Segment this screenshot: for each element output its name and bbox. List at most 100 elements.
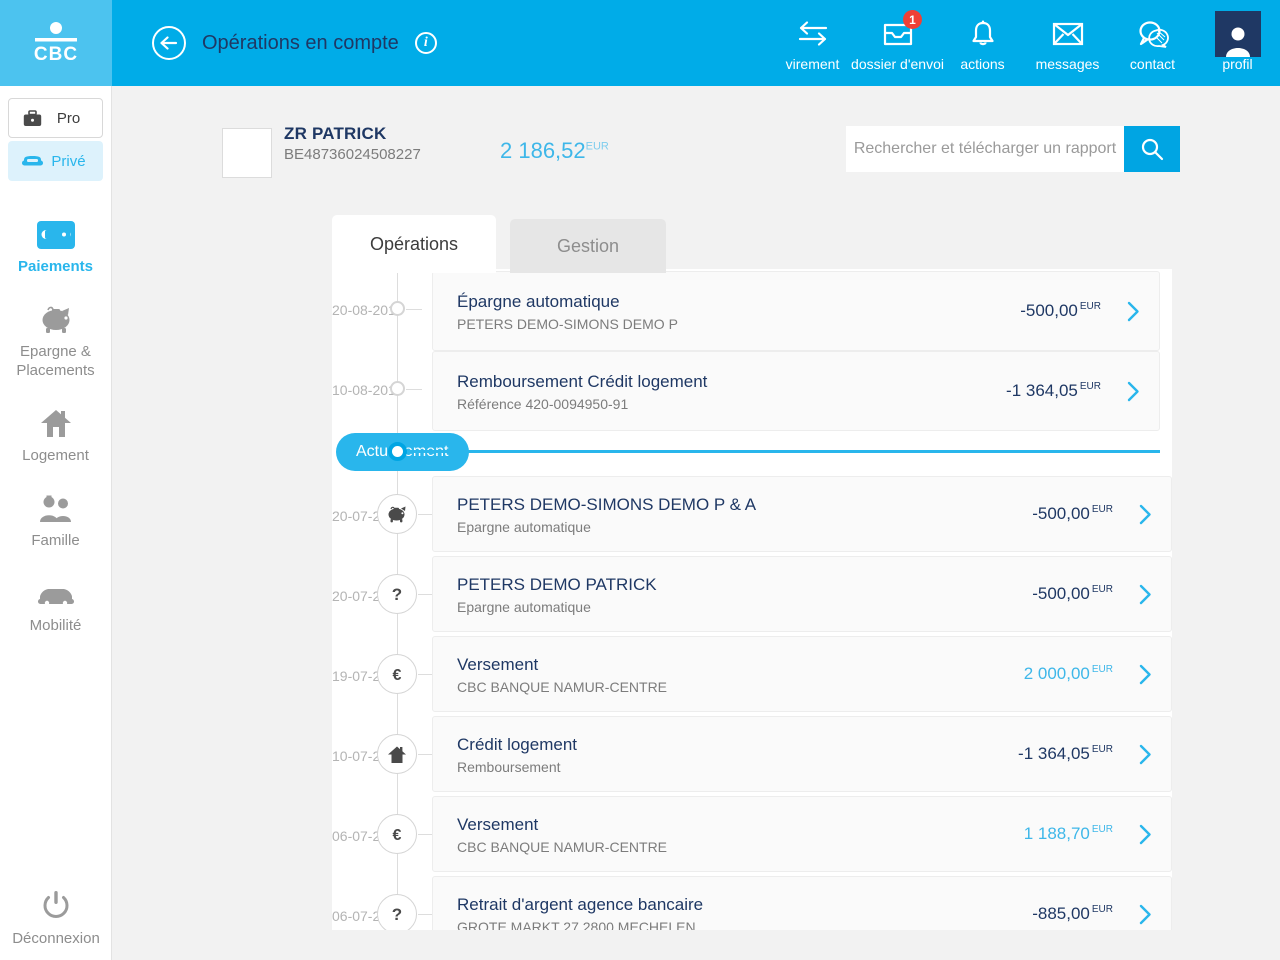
transaction-amount: -1 364,05EUR xyxy=(1018,744,1119,764)
transactions-panel[interactable]: 20-08-2016 Épargne automatique PETERS DE… xyxy=(332,269,1172,930)
chat-bubbles-icon xyxy=(1137,14,1169,54)
transaction-detail-button[interactable] xyxy=(1107,301,1159,322)
chevron-right-icon xyxy=(1139,824,1152,845)
profile-switch-pro-label: Pro xyxy=(45,110,92,127)
chevron-right-icon xyxy=(1139,584,1152,605)
transaction-detail-button[interactable] xyxy=(1119,744,1171,765)
transaction-card[interactable]: Versement CBC BANQUE NAMUR-CENTRE 2 000,… xyxy=(432,636,1172,712)
profile-switch-pro[interactable]: Pro xyxy=(8,98,103,138)
header-item-messages[interactable]: messages xyxy=(1025,0,1110,72)
transaction-amount-value: -500,00 xyxy=(1032,584,1090,603)
transaction-texts: Retrait d'argent agence bancaire GROTE M… xyxy=(433,894,1032,931)
chevron-right-icon xyxy=(1127,381,1140,402)
transaction-date: 10-08-2016 xyxy=(332,382,442,398)
wallet-icon xyxy=(37,213,75,249)
header-item-dossier-envoi-label: dossier d'envoi xyxy=(851,56,944,72)
transaction-title: Versement xyxy=(457,654,1024,676)
transaction-card[interactable]: Versement CBC BANQUE NAMUR-CENTRE 1 188,… xyxy=(432,796,1172,872)
cbc-logo[interactable]: CBC xyxy=(0,0,112,86)
logout-label: Déconnexion xyxy=(12,929,100,948)
content-tabs: Opérations Gestion xyxy=(332,215,666,273)
transaction-card[interactable]: Retrait d'argent agence bancaire GROTE M… xyxy=(432,876,1172,930)
header-item-actions[interactable]: actions xyxy=(940,0,1025,72)
sidebar-nav: Paiements Epargne & Placements xyxy=(0,203,111,647)
header-left-group: Opérations en compte i xyxy=(152,0,437,86)
transaction-title: Versement xyxy=(457,814,1024,836)
transaction-texts: Épargne automatique PETERS DEMO-SIMONS D… xyxy=(433,291,1020,332)
tab-gestion[interactable]: Gestion xyxy=(510,219,666,273)
account-thumbnail xyxy=(222,128,272,178)
transaction-detail-button[interactable] xyxy=(1119,664,1171,685)
search-button[interactable] xyxy=(1124,126,1180,172)
now-dot-icon xyxy=(388,442,407,461)
header-item-virement[interactable]: virement xyxy=(770,0,855,72)
timeline-node-icon xyxy=(390,381,405,396)
car-icon xyxy=(37,572,75,608)
envelope-icon xyxy=(1052,14,1084,54)
chevron-right-icon xyxy=(1139,504,1152,525)
transaction-card[interactable]: Crédit logement Remboursement -1 364,05E… xyxy=(432,716,1172,792)
page-title: Opérations en compte xyxy=(202,32,399,55)
report-search xyxy=(846,126,1180,172)
transaction-card[interactable]: PETERS DEMO-SIMONS DEMO P & A Epargne au… xyxy=(432,476,1172,552)
sidebar-item-famille[interactable]: Famille xyxy=(0,477,111,562)
svg-text:€: € xyxy=(393,667,402,684)
info-icon[interactable]: i xyxy=(415,32,437,54)
sidebar-item-mobilite[interactable]: Mobilité xyxy=(0,562,111,647)
transaction-subtitle: GROTE MARKT 27.2800 MECHELEN xyxy=(457,919,1032,931)
transaction-card[interactable]: Épargne automatique PETERS DEMO-SIMONS D… xyxy=(432,271,1160,351)
transaction-card[interactable]: PETERS DEMO PATRICK Epargne automatique … xyxy=(432,556,1172,632)
transaction-detail-button[interactable] xyxy=(1119,504,1171,525)
transaction-amount-currency: EUR xyxy=(1080,381,1101,392)
header-item-dossier-envoi[interactable]: 1 dossier d'envoi xyxy=(855,0,940,72)
transaction-amount-currency: EUR xyxy=(1092,504,1113,515)
transaction-subtitle: Référence 420-0094950-91 xyxy=(457,396,1006,412)
sidebar-item-logement[interactable]: Logement xyxy=(0,392,111,477)
transaction-texts: PETERS DEMO PATRICK Epargne automatique xyxy=(433,574,1032,615)
sidebar-item-epargne-placements[interactable]: Epargne & Placements xyxy=(0,288,111,392)
transaction-title: Remboursement Crédit logement xyxy=(457,371,1006,393)
chevron-right-icon xyxy=(1139,664,1152,685)
euro-icon: € xyxy=(377,654,417,694)
power-icon xyxy=(39,887,73,923)
timeline-node-icon xyxy=(390,301,405,316)
transaction-amount: -500,00EUR xyxy=(1020,301,1107,321)
transaction-title: PETERS DEMO PATRICK xyxy=(457,574,1032,596)
transaction-detail-button[interactable] xyxy=(1119,824,1171,845)
search-icon xyxy=(1140,137,1164,161)
transaction-detail-button[interactable] xyxy=(1119,584,1171,605)
header-item-contact-label: contact xyxy=(1130,56,1175,72)
transaction-subtitle: CBC BANQUE NAMUR-CENTRE xyxy=(457,679,1024,695)
user-avatar-icon xyxy=(1215,14,1261,54)
question-mark-icon: ? xyxy=(377,894,417,930)
account-name: ZR PATRICK xyxy=(284,124,421,144)
transaction-amount-value: 1 188,70 xyxy=(1024,824,1090,843)
header-item-contact[interactable]: contact xyxy=(1110,0,1195,72)
transaction-amount: -1 364,05EUR xyxy=(1006,381,1107,401)
sidebar-item-logement-label: Logement xyxy=(22,446,89,465)
search-input[interactable] xyxy=(846,126,1124,172)
header-item-profil[interactable]: profil xyxy=(1195,0,1280,72)
transaction-texts: Versement CBC BANQUE NAMUR-CENTRE xyxy=(433,654,1024,695)
transaction-detail-button[interactable] xyxy=(1119,904,1171,925)
transaction-amount: -885,00EUR xyxy=(1032,904,1119,924)
transaction-amount-currency: EUR xyxy=(1092,904,1113,915)
logout-button[interactable]: Déconnexion xyxy=(0,887,112,948)
transaction-amount-value: -1 364,05 xyxy=(1018,744,1090,763)
chevron-right-icon xyxy=(1139,904,1152,925)
transaction-detail-button[interactable] xyxy=(1107,381,1159,402)
transaction-texts: Remboursement Crédit logement Référence … xyxy=(433,371,1006,412)
profile-switch-prive-label: Privé xyxy=(45,153,92,170)
transaction-subtitle: PETERS DEMO-SIMONS DEMO P xyxy=(457,316,1020,332)
account-bar: ZR PATRICK BE48736024508227 2 186,52EUR xyxy=(112,86,1280,182)
profile-switch-prive[interactable]: Privé xyxy=(8,141,103,181)
transaction-title: PETERS DEMO-SIMONS DEMO P & A xyxy=(457,494,1032,516)
transaction-amount-value: -500,00 xyxy=(1032,504,1090,523)
sidebar-item-paiements[interactable]: Paiements xyxy=(0,203,111,288)
back-arrow-icon xyxy=(160,36,178,50)
header-item-messages-label: messages xyxy=(1036,56,1100,72)
transaction-card[interactable]: Remboursement Crédit logement Référence … xyxy=(432,351,1160,431)
tab-operations[interactable]: Opérations xyxy=(332,215,496,273)
back-button[interactable] xyxy=(152,26,186,60)
transfer-arrows-icon xyxy=(796,14,830,54)
